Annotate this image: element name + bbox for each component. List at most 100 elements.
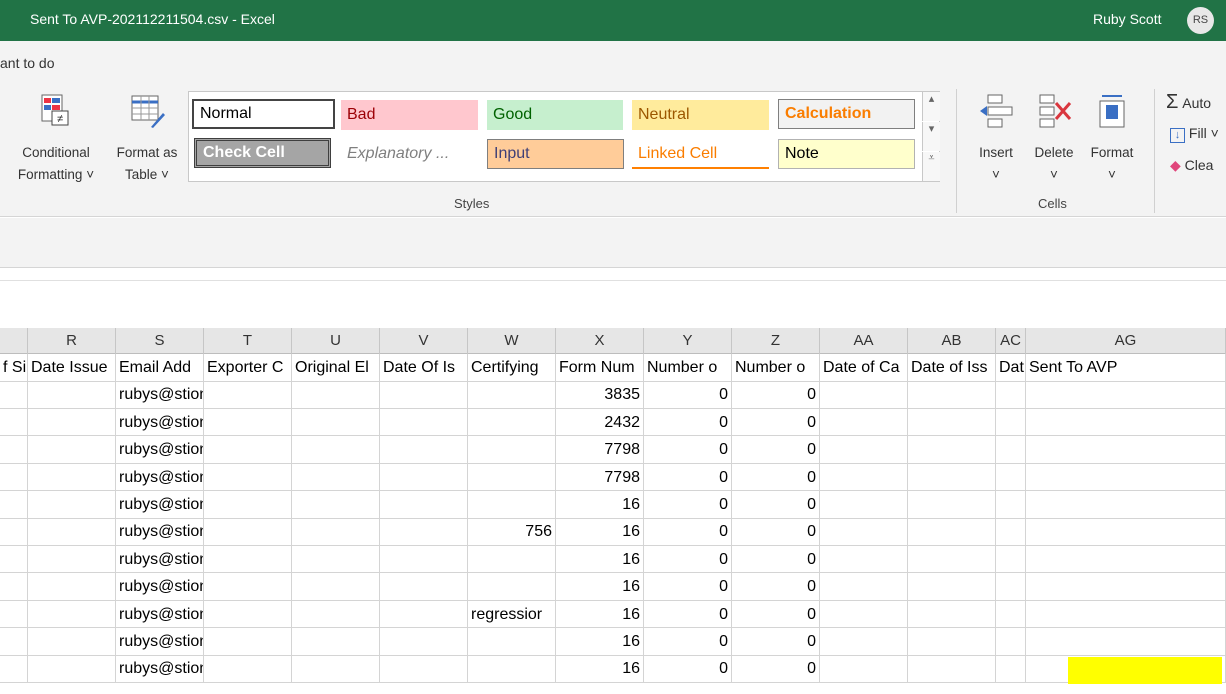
user-name[interactable]: Ruby Scott — [1093, 11, 1161, 27]
table-cell[interactable] — [0, 491, 28, 518]
table-cell[interactable] — [28, 491, 116, 518]
delete-button[interactable]: Delete ˅ — [1026, 93, 1082, 186]
gallery-scroll-down[interactable]: ▾ — [922, 122, 940, 151]
table-cell[interactable] — [380, 573, 468, 601]
number-cell[interactable]: 0 — [732, 463, 820, 491]
sent-to-avp-cell[interactable] — [1026, 491, 1226, 518]
column-header-ac[interactable]: AC — [996, 328, 1026, 354]
field-header-cell[interactable]: Date Of Is — [380, 354, 468, 381]
style-normal[interactable]: Normal — [192, 99, 335, 129]
table-cell[interactable] — [908, 600, 996, 628]
table-cell[interactable] — [380, 463, 468, 491]
certifying-cell[interactable] — [468, 436, 556, 464]
table-cell[interactable] — [380, 408, 468, 436]
table-cell[interactable] — [820, 573, 908, 601]
table-cell[interactable] — [820, 545, 908, 573]
table-cell[interactable] — [0, 628, 28, 655]
table-cell[interactable] — [908, 436, 996, 464]
table-cell[interactable] — [0, 408, 28, 436]
form-number-cell[interactable]: 7798 — [556, 463, 644, 491]
certifying-cell[interactable] — [468, 655, 556, 683]
table-cell[interactable] — [820, 628, 908, 655]
field-header-cell[interactable]: Sent To AVP — [1026, 354, 1226, 381]
certifying-cell[interactable] — [468, 408, 556, 436]
table-cell[interactable] — [292, 600, 380, 628]
number-cell[interactable]: 0 — [644, 463, 732, 491]
form-number-cell[interactable]: 16 — [556, 628, 644, 655]
style-calculation[interactable]: Calculation — [778, 99, 915, 129]
table-cell[interactable] — [996, 545, 1026, 573]
table-cell[interactable] — [204, 491, 292, 518]
table-cell[interactable] — [0, 545, 28, 573]
field-header-cell[interactable]: Date of Iss — [908, 354, 996, 381]
table-cell[interactable] — [820, 518, 908, 546]
table-cell[interactable] — [996, 408, 1026, 436]
table-cell[interactable] — [292, 628, 380, 655]
column-header-z[interactable]: Z — [732, 328, 820, 354]
email-cell[interactable]: rubys@stiona.com — [116, 628, 204, 655]
column-header-ag[interactable]: AG — [1026, 328, 1226, 354]
table-cell[interactable] — [0, 655, 28, 683]
table-cell[interactable] — [0, 436, 28, 464]
email-cell[interactable]: rubys@stiona.com — [116, 655, 204, 683]
format-as-table-button[interactable]: Format as Table ˅ — [108, 93, 186, 186]
style-explanatory[interactable]: Explanatory ... — [341, 139, 478, 169]
certifying-cell[interactable] — [468, 545, 556, 573]
table-cell[interactable] — [996, 573, 1026, 601]
format-button[interactable]: Format ˅ — [1084, 93, 1140, 186]
table-cell[interactable] — [996, 518, 1026, 546]
table-cell[interactable] — [28, 408, 116, 436]
number-cell[interactable]: 0 — [732, 408, 820, 436]
table-cell[interactable] — [292, 408, 380, 436]
gallery-more-button[interactable]: ⩡ — [922, 152, 940, 181]
sent-to-avp-cell[interactable] — [1026, 381, 1226, 409]
table-cell[interactable] — [908, 655, 996, 683]
number-cell[interactable]: 0 — [732, 628, 820, 655]
certifying-cell[interactable] — [468, 491, 556, 518]
number-cell[interactable]: 0 — [644, 655, 732, 683]
column-header-t[interactable]: T — [204, 328, 292, 354]
tell-me-search[interactable]: ant to do — [0, 55, 55, 71]
table-cell[interactable] — [28, 545, 116, 573]
certifying-cell[interactable]: 756 — [468, 518, 556, 546]
table-cell[interactable] — [28, 573, 116, 601]
sent-to-avp-cell[interactable] — [1026, 436, 1226, 464]
avatar[interactable]: RS — [1187, 7, 1214, 34]
column-header-aa[interactable]: AA — [820, 328, 908, 354]
certifying-cell[interactable]: regressior — [468, 600, 556, 628]
style-check-cell[interactable]: Check Cell — [194, 138, 331, 168]
column-header-v[interactable]: V — [380, 328, 468, 354]
table-cell[interactable] — [380, 545, 468, 573]
table-cell[interactable] — [292, 545, 380, 573]
table-cell[interactable] — [380, 381, 468, 409]
table-cell[interactable] — [908, 408, 996, 436]
table-cell[interactable] — [380, 518, 468, 546]
table-cell[interactable] — [908, 573, 996, 601]
table-cell[interactable] — [996, 436, 1026, 464]
table-cell[interactable] — [292, 518, 380, 546]
table-cell[interactable] — [28, 436, 116, 464]
clear-button[interactable]: ◆ Clea — [1170, 157, 1213, 174]
table-cell[interactable] — [820, 436, 908, 464]
number-cell[interactable]: 0 — [732, 491, 820, 518]
style-linked-cell[interactable]: Linked Cell — [632, 139, 769, 169]
field-header-cell[interactable]: Number o — [732, 354, 820, 381]
table-cell[interactable] — [204, 408, 292, 436]
field-header-cell[interactable]: Date Issue — [28, 354, 116, 381]
table-cell[interactable] — [204, 518, 292, 546]
autosum-button[interactable]: Σ Auto — [1166, 91, 1211, 114]
style-good[interactable]: Good — [487, 100, 623, 130]
column-header-s[interactable]: S — [116, 328, 204, 354]
column-header-w[interactable]: W — [468, 328, 556, 354]
certifying-cell[interactable] — [468, 381, 556, 409]
table-cell[interactable] — [28, 628, 116, 655]
column-header-y[interactable]: Y — [644, 328, 732, 354]
column-header-r[interactable] — [0, 328, 28, 354]
table-cell[interactable] — [820, 600, 908, 628]
table-cell[interactable] — [204, 381, 292, 409]
table-cell[interactable] — [0, 573, 28, 601]
number-cell[interactable]: 0 — [644, 573, 732, 601]
table-cell[interactable] — [0, 518, 28, 546]
table-cell[interactable] — [380, 600, 468, 628]
table-cell[interactable] — [204, 436, 292, 464]
